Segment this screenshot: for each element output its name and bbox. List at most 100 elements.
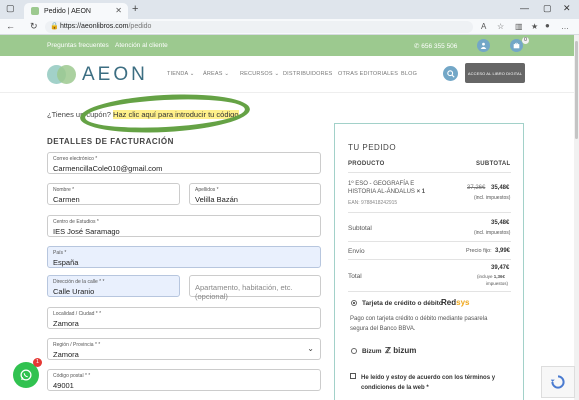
- shipping-value: 3,99€: [495, 248, 511, 254]
- minimize-icon[interactable]: —: [520, 3, 529, 13]
- col-product: PRODUCTO: [348, 161, 385, 167]
- favorites-icon[interactable]: ★: [531, 22, 538, 31]
- country-label: País *: [53, 250, 67, 256]
- email-value: CarmencillaCole010@gmail.com: [53, 164, 163, 173]
- nav-blog[interactable]: BLOG: [401, 71, 417, 77]
- product-name: 1º ESO - GEOGRAFÍA E HISTORIA AL-ÁNDALUS…: [348, 181, 426, 195]
- user-icon: [480, 42, 487, 49]
- postal-code-label: Código postal * *: [53, 373, 91, 379]
- search-button[interactable]: [443, 66, 458, 81]
- close-window-icon[interactable]: ✕: [563, 3, 571, 14]
- region-value: Zamora: [53, 350, 79, 359]
- profile-avatar-icon[interactable]: ●: [545, 21, 550, 30]
- chat-notification-badge: 1: [33, 358, 42, 367]
- split-screen-icon[interactable]: ▥: [515, 22, 523, 31]
- url-path: /pedido: [128, 23, 152, 30]
- highlight-circle: [79, 90, 251, 137]
- support-link[interactable]: Atención al cliente: [115, 42, 168, 49]
- city-value: Zamora: [53, 319, 79, 328]
- tab-close-icon[interactable]: ✕: [115, 6, 122, 15]
- favicon-icon: [31, 7, 39, 15]
- cart-count-badge: 0: [522, 37, 529, 44]
- maximize-icon[interactable]: ▢: [543, 3, 552, 14]
- url-field[interactable]: 🔒 https://aeonlibros.com/pedido: [45, 21, 473, 33]
- search-icon: [446, 69, 455, 78]
- window-menu-icon[interactable]: ▢: [6, 3, 15, 14]
- col-subtotal: SUBTOTAL: [476, 161, 511, 167]
- divider: [348, 212, 511, 213]
- street-address-field[interactable]: Dirección de la calle * * Calle Uranio: [47, 275, 180, 297]
- street-address-value: Calle Uranio: [53, 287, 95, 296]
- back-icon[interactable]: ←: [6, 21, 15, 31]
- total-tax-note: (incluye 1,36€: [477, 274, 506, 279]
- faq-link[interactable]: Preguntas frecuentes: [47, 42, 109, 49]
- card-payment-label: Tarjeta de crédito o débito: [362, 300, 443, 307]
- divider: [348, 241, 511, 242]
- bizum-logo: ℤ bizum: [385, 346, 417, 355]
- country-field[interactable]: País * España: [47, 246, 321, 268]
- terms-checkbox[interactable]: [350, 373, 356, 379]
- terms-label[interactable]: He leído y estoy de acuerdo con los térm…: [361, 373, 511, 393]
- school-value: IES José Saramago: [53, 227, 120, 236]
- phone-number[interactable]: ✆ 656 355 506: [414, 42, 457, 50]
- recaptcha-badge[interactable]: [541, 366, 575, 398]
- postal-code-field[interactable]: Código postal * * 49001: [47, 369, 321, 391]
- browser-tab[interactable]: Pedido | AEON ✕: [24, 3, 128, 19]
- order-title: TU PEDIDO: [348, 143, 397, 152]
- browser-tab-bar: ▢ Pedido | AEON ✕ + — ▢ ✕: [0, 0, 579, 19]
- new-tab-icon[interactable]: +: [132, 3, 138, 15]
- nav-otras-editoriales[interactable]: OTRAS EDITORIALES: [338, 71, 398, 77]
- read-aloud-icon[interactable]: A: [481, 22, 486, 31]
- scrollbar-thumb[interactable]: [575, 41, 578, 139]
- last-name-value: Velilla Bazán: [195, 195, 238, 204]
- city-label: Localidad / Ciudad * *: [53, 311, 102, 317]
- chevron-down-icon: ⌄: [307, 344, 314, 353]
- more-menu-icon[interactable]: …: [561, 22, 569, 31]
- logo-text[interactable]: AEON: [82, 64, 148, 86]
- total-label: Total: [348, 273, 362, 280]
- address-bar-row: ← ↻ 🔒 https://aeonlibros.com/pedido A ☆ …: [0, 19, 579, 35]
- divider: [348, 259, 511, 260]
- bizum-icon: ℤ: [385, 346, 391, 355]
- email-field[interactable]: Correo electrónico * CarmencillaCole010@…: [47, 152, 321, 174]
- nav-tienda[interactable]: TIENDA ⌄: [167, 71, 195, 77]
- shipping-label: Envío: [348, 248, 365, 255]
- city-field[interactable]: Localidad / Ciudad * * Zamora: [47, 307, 321, 329]
- bizum-radio[interactable]: [351, 348, 357, 354]
- top-info-bar: Preguntas frecuentes Atención al cliente…: [0, 35, 574, 56]
- region-label: Región / Provincia * *: [53, 342, 101, 348]
- first-name-field[interactable]: Nombre * Carmen: [47, 183, 180, 205]
- subtotal-label: Subtotal: [348, 225, 372, 232]
- old-price: 37,26€: [467, 185, 486, 191]
- nav-distribuidores[interactable]: DISTRIBUIDORES: [283, 71, 333, 77]
- lock-icon: 🔒: [50, 23, 59, 30]
- total-value: 39,47€: [491, 265, 510, 271]
- nav-recursos[interactable]: RECURSOS ⌄: [240, 71, 279, 77]
- first-name-label: Nombre *: [53, 187, 75, 193]
- favorite-star-icon[interactable]: ☆: [497, 22, 504, 31]
- product-ean: EAN: 9788418242915: [348, 200, 398, 206]
- card-payment-description: Pago con tarjeta crédito o débito median…: [350, 316, 488, 332]
- total-tax-suffix: impuestos): [486, 281, 509, 286]
- region-select[interactable]: Región / Provincia * * Zamora ⌄: [47, 338, 321, 360]
- divider: [348, 291, 511, 292]
- last-name-label: Apellidos *: [195, 187, 219, 193]
- school-field[interactable]: Centro de Estudios * IES José Saramago: [47, 215, 321, 237]
- nav-areas[interactable]: ÁREAS ⌄: [203, 71, 229, 77]
- address-line2-field[interactable]: Apartamento, habitación, etc. (opcional): [189, 275, 321, 301]
- tab-title: Pedido | AEON: [44, 7, 91, 15]
- reload-icon[interactable]: ↻: [30, 21, 38, 32]
- card-payment-radio[interactable]: [351, 300, 357, 306]
- subtotal-value: 35,48€: [491, 220, 510, 226]
- price-tax-note: (incl. impuestos): [474, 195, 511, 201]
- cart-icon: [513, 42, 520, 49]
- shipping-note: Precio fijo:: [466, 248, 492, 254]
- phone-icon: ✆: [414, 43, 420, 50]
- recaptcha-icon: [550, 375, 565, 389]
- digital-book-access-button[interactable]: ACCESO AL LIBRO DIGITAL: [465, 63, 525, 83]
- address-line2-placeholder: Apartamento, habitación, etc. (opcional): [195, 283, 293, 301]
- last-name-field[interactable]: Apellidos * Velilla Bazán: [189, 183, 321, 205]
- billing-title: DETALLES DE FACTURACIÓN: [47, 137, 174, 146]
- account-button[interactable]: [477, 39, 490, 52]
- new-price: 35,48€: [491, 185, 510, 191]
